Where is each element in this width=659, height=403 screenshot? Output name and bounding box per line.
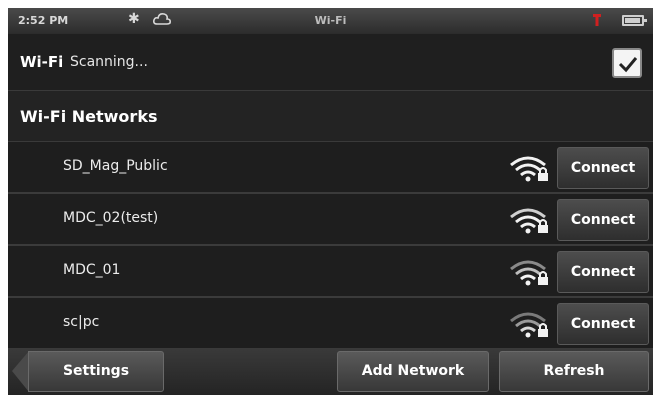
status-bar: 2:52 PM ✱ Wi-Fi — [8, 8, 653, 34]
wifi-locked-icon — [510, 312, 548, 338]
network-row[interactable]: SD_Mag_Public Connect — [8, 142, 653, 194]
connect-button[interactable]: Connect — [557, 303, 649, 345]
wifi-locked-icon — [510, 260, 548, 286]
settings-button[interactable]: Settings — [28, 351, 164, 392]
wifi-label: Wi-Fi — [20, 53, 64, 71]
bottom-action-bar: Settings Add Network Refresh — [8, 348, 653, 395]
battery-icon — [622, 15, 647, 26]
wifi-enabled-checkbox[interactable] — [612, 48, 642, 78]
network-ssid: SD_Mag_Public — [63, 158, 168, 174]
add-network-button[interactable]: Add Network — [337, 351, 489, 392]
wifi-locked-icon — [510, 156, 548, 182]
network-row[interactable]: sc|pc Connect — [8, 298, 653, 350]
wifi-toggle-row[interactable]: Wi-Fi Scanning... — [8, 34, 653, 90]
connect-button[interactable]: Connect — [557, 199, 649, 241]
refresh-button[interactable]: Refresh — [499, 351, 649, 392]
status-title: Wi-Fi — [314, 14, 347, 27]
network-row[interactable]: MDC_02(test) Connect — [8, 194, 653, 246]
network-list: SD_Mag_Public Connect MDC_02(test) Conne… — [8, 142, 653, 350]
network-row[interactable]: MDC_01 Connect — [8, 246, 653, 298]
device-screen: 2:52 PM ✱ Wi-Fi Wi-Fi Scanning... Wi-Fi … — [8, 8, 653, 395]
network-ssid: sc|pc — [63, 314, 100, 330]
wifi-locked-icon — [510, 208, 548, 234]
connect-button[interactable]: Connect — [557, 147, 649, 189]
checkmark-icon — [618, 57, 638, 73]
back-arrow-icon[interactable] — [12, 351, 29, 392]
connect-button[interactable]: Connect — [557, 251, 649, 293]
alert-icon — [593, 14, 601, 26]
network-ssid: MDC_01 — [63, 262, 121, 278]
network-ssid: MDC_02(test) — [63, 210, 159, 226]
networks-section-header: Wi-Fi Networks — [8, 90, 653, 142]
section-title: Wi-Fi Networks — [20, 107, 158, 126]
wifi-status: Scanning... — [70, 54, 148, 70]
